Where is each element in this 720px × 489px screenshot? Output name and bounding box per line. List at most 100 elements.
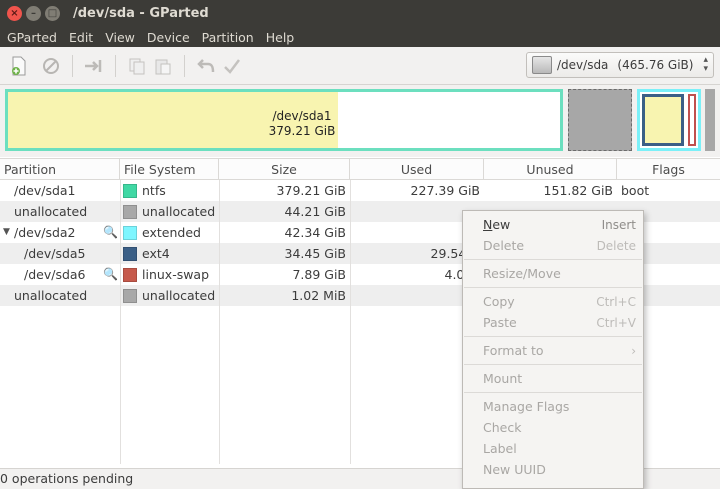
column-used[interactable]: Used bbox=[350, 159, 484, 180]
file-system-cell: unallocated bbox=[120, 285, 219, 306]
column-file-system[interactable]: File System bbox=[120, 159, 219, 180]
menu-item-label: Mount bbox=[483, 371, 523, 386]
used-cell: 227.39 GiB bbox=[410, 183, 480, 198]
menu-item-mount[interactable]: Mount bbox=[463, 368, 643, 389]
flags-cell: boot bbox=[621, 183, 650, 198]
size-cell: 34.45 GiB bbox=[284, 246, 347, 261]
menu-item-delete[interactable]: Delete Delete bbox=[463, 235, 643, 256]
size-cell: 42.34 GiB bbox=[284, 225, 347, 240]
partition-name: /dev/sda1 bbox=[14, 183, 76, 198]
partition-context-menu: New Insert Delete Delete Resize/Move Cop… bbox=[462, 210, 644, 489]
menu-item-resize-move[interactable]: Resize/Move bbox=[463, 263, 643, 284]
menu-help[interactable]: Help bbox=[260, 30, 301, 45]
toolbar-separator bbox=[72, 54, 73, 77]
resize-move-icon bbox=[85, 59, 102, 72]
menu-edit[interactable]: Edit bbox=[63, 30, 99, 45]
copy-icon bbox=[129, 58, 145, 74]
resize-move-button[interactable] bbox=[81, 53, 107, 79]
file-system-name: ntfs bbox=[142, 183, 166, 198]
apply-button[interactable] bbox=[219, 53, 245, 79]
accelerator-label: Ctrl+C bbox=[596, 294, 636, 309]
menu-item-manage-flags[interactable]: Manage Flags bbox=[463, 396, 643, 417]
minimize-window-button[interactable]: – bbox=[26, 6, 41, 21]
menu-item-format-to[interactable]: Format to › bbox=[463, 340, 643, 361]
map-segment-sda5[interactable] bbox=[642, 94, 684, 146]
paste-icon bbox=[155, 59, 171, 74]
menu-separator bbox=[464, 364, 642, 365]
menu-item-label: Label bbox=[483, 441, 517, 456]
delete-partition-button[interactable] bbox=[38, 53, 64, 79]
menu-separator bbox=[464, 287, 642, 288]
partition-name: unallocated bbox=[14, 204, 88, 219]
fs-color-swatch bbox=[123, 246, 137, 261]
map-segment-label: /dev/sda1 379.21 GiB bbox=[252, 109, 352, 139]
column-divider bbox=[120, 180, 121, 464]
file-system-cell: linux-swap bbox=[120, 264, 219, 285]
fs-color-swatch bbox=[123, 183, 137, 198]
copy-button[interactable] bbox=[124, 53, 150, 79]
column-flags[interactable]: Flags bbox=[617, 159, 720, 180]
menu-item-paste[interactable]: Paste Ctrl+V bbox=[463, 312, 643, 333]
menu-device[interactable]: Device bbox=[141, 30, 196, 45]
label-rest: ew bbox=[492, 217, 511, 232]
menu-item-label: Manage Flags bbox=[483, 399, 570, 414]
menu-item-label: Delete bbox=[483, 238, 525, 253]
partition-name: /dev/sda5 bbox=[24, 246, 86, 261]
new-partition-button[interactable] bbox=[6, 53, 32, 79]
key-icon: 🔍 bbox=[103, 267, 118, 281]
submenu-arrow-icon: › bbox=[631, 343, 636, 358]
window-title: /dev/sda - GParted bbox=[73, 6, 209, 21]
menu-item-label: Format to bbox=[483, 343, 544, 358]
menu-item-copy[interactable]: Copy Ctrl+C bbox=[463, 291, 643, 312]
size-cell: 379.21 GiB bbox=[276, 183, 346, 198]
accelerator-label: Insert bbox=[601, 217, 636, 232]
toolbar-separator bbox=[184, 54, 185, 77]
file-system-name: linux-swap bbox=[142, 267, 210, 282]
map-segment-unallocated-end[interactable] bbox=[705, 89, 715, 151]
new-icon bbox=[12, 56, 26, 75]
column-unused[interactable]: Unused bbox=[484, 159, 617, 180]
file-system-name: unallocated bbox=[142, 288, 216, 303]
file-system-cell: ntfs bbox=[120, 180, 219, 201]
menu-item-label: Paste bbox=[483, 315, 517, 330]
map-segment-sda2-extended[interactable] bbox=[637, 89, 701, 151]
menu-view[interactable]: View bbox=[99, 30, 141, 45]
device-selector[interactable]: /dev/sda (465.76 GiB) ▴ ▾ bbox=[526, 52, 714, 78]
key-icon: 🔍 bbox=[103, 225, 118, 239]
menu-separator bbox=[464, 392, 642, 393]
undo-button[interactable] bbox=[193, 53, 219, 79]
map-segment-sda1[interactable]: /dev/sda1 379.21 GiB bbox=[5, 89, 563, 151]
column-partition[interactable]: Partition bbox=[0, 159, 120, 180]
unused-cell: 151.82 GiB bbox=[543, 183, 613, 198]
menu-item-label[interactable]: Label bbox=[463, 438, 643, 459]
fs-color-swatch bbox=[123, 288, 137, 303]
menu-gparted[interactable]: GParted bbox=[0, 30, 63, 45]
partition-name-cell: /dev/sda6 🔍 bbox=[0, 264, 120, 285]
accelerator-label: Delete bbox=[596, 238, 636, 253]
menu-item-check[interactable]: Check bbox=[463, 417, 643, 438]
accelerator-label: Ctrl+V bbox=[596, 315, 636, 330]
column-divider bbox=[350, 180, 351, 464]
expander-down-icon[interactable]: ▼ bbox=[3, 222, 10, 243]
operations-pending-text: 0 operations pending bbox=[0, 471, 134, 486]
table-row[interactable]: /dev/sda1 ntfs 379.21 GiB 227.39 GiB 151… bbox=[0, 180, 720, 201]
menu-item-label: New UUID bbox=[483, 462, 546, 477]
file-system-cell: extended bbox=[120, 222, 219, 243]
close-window-button[interactable]: × bbox=[7, 6, 22, 21]
menu-item-new-uuid[interactable]: New UUID bbox=[463, 459, 643, 480]
menu-separator bbox=[464, 336, 642, 337]
menu-item-label: Copy bbox=[483, 294, 515, 309]
column-size[interactable]: Size bbox=[219, 159, 350, 180]
partition-name: /dev/sda2 bbox=[14, 225, 76, 240]
column-divider bbox=[219, 180, 220, 464]
menu-item-label: New bbox=[483, 217, 510, 232]
paste-button[interactable] bbox=[150, 53, 176, 79]
file-system-cell: ext4 bbox=[120, 243, 219, 264]
map-segment-unallocated[interactable] bbox=[568, 89, 632, 151]
fs-color-swatch bbox=[123, 225, 137, 240]
menu-item-new[interactable]: New Insert bbox=[463, 214, 643, 235]
menu-partition[interactable]: Partition bbox=[196, 30, 260, 45]
fs-color-swatch bbox=[123, 267, 137, 282]
map-segment-sda6[interactable] bbox=[688, 94, 696, 146]
maximize-window-button[interactable]: □ bbox=[45, 6, 60, 21]
